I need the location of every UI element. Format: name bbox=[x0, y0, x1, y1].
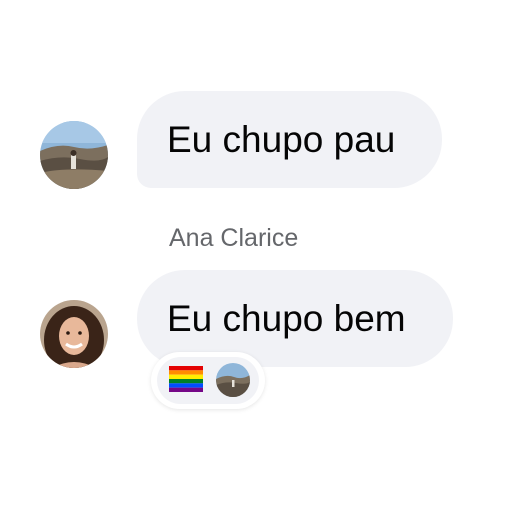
landscape-avatar-icon bbox=[216, 363, 250, 397]
message-text: Eu chupo pau bbox=[167, 119, 396, 160]
message-text: Eu chupo bem bbox=[167, 298, 406, 339]
sender-name: Ana Clarice bbox=[169, 224, 299, 252]
woman-portrait-avatar-icon[interactable] bbox=[40, 300, 108, 368]
rainbow-flag-icon bbox=[169, 366, 203, 392]
landscape-avatar-icon[interactable] bbox=[40, 121, 108, 189]
reactions-pill[interactable] bbox=[151, 352, 265, 409]
message-bubble[interactable]: Eu chupo pau bbox=[137, 91, 442, 188]
